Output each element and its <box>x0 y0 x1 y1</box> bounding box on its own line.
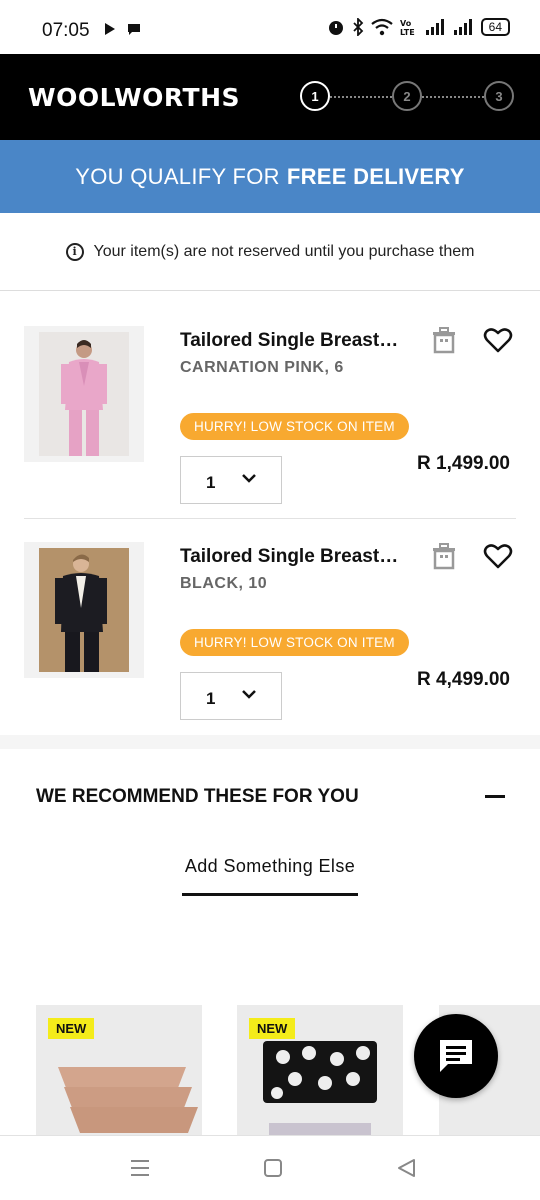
chat-icon <box>440 1040 472 1072</box>
alarm-icon <box>328 21 343 35</box>
recommended-product[interactable]: NEW <box>36 1005 202 1135</box>
recommended-product[interactable]: NEW <box>237 1005 403 1135</box>
play-icon <box>105 23 115 35</box>
quantity-value: 1 <box>206 473 216 492</box>
free-delivery-banner: YOU QUALIFY FOR FREE DELIVERY <box>0 140 540 213</box>
back-icon[interactable] <box>394 1156 418 1180</box>
svg-text:LTE: LTE <box>400 28 415 36</box>
step-connector <box>422 96 484 98</box>
item-price: R 1,499.00 <box>417 453 510 474</box>
banner-emphasis: FREE DELIVERY <box>286 163 465 189</box>
home-icon[interactable] <box>261 1156 285 1180</box>
signal-icon <box>453 19 472 35</box>
wishlist-heart-icon[interactable] <box>483 326 513 354</box>
status-left-icons <box>104 22 142 36</box>
trash-icon[interactable] <box>430 326 458 354</box>
cart-item: Tailored Single Breasted Blazer BLACK, 1… <box>0 542 540 758</box>
item-variant: CARNATION PINK, 6 <box>180 359 344 376</box>
checkout-header: WOOLWORTHS 1 2 3 <box>0 54 540 140</box>
low-stock-badge: HURRY! LOW STOCK ON ITEM <box>180 413 409 440</box>
menu-icon[interactable] <box>128 1156 152 1180</box>
step-2: 2 <box>392 81 422 111</box>
status-right-icons: Vo LTE 64 <box>327 18 510 36</box>
quantity-select[interactable]: 1 <box>180 672 282 720</box>
chat-button[interactable] <box>414 1014 498 1098</box>
quantity-select[interactable]: 1 <box>180 456 282 504</box>
step-1: 1 <box>300 81 330 111</box>
system-nav-bar <box>0 1135 540 1200</box>
reservation-notice: i Your item(s) are not reserved until yo… <box>0 213 540 291</box>
black-blazer-photo <box>39 548 129 672</box>
wishlist-heart-icon[interactable] <box>483 542 513 570</box>
status-time: 07:05 <box>42 20 90 41</box>
item-divider <box>24 518 516 519</box>
collapse-minus-icon[interactable] <box>485 795 505 798</box>
trash-icon[interactable] <box>430 542 458 570</box>
chevron-down-icon <box>242 474 256 483</box>
recommendations-title: WE RECOMMEND THESE FOR YOU <box>36 786 359 807</box>
info-icon: i <box>65 242 84 261</box>
chat-bubble-icon <box>128 24 140 35</box>
bluetooth-icon <box>353 18 363 36</box>
notice-text: Your item(s) are not reserved until you … <box>93 242 475 260</box>
tab-add-something-else[interactable]: Add Something Else <box>182 856 358 877</box>
step-3: 3 <box>484 81 514 111</box>
item-title[interactable]: Tailored Single Breasted Blazer <box>180 330 405 352</box>
item-price: R 4,499.00 <box>417 669 510 690</box>
item-title[interactable]: Tailored Single Breasted Blazer <box>180 546 405 568</box>
low-stock-badge: HURRY! LOW STOCK ON ITEM <box>180 629 409 656</box>
wifi-icon <box>370 18 393 36</box>
product-image[interactable] <box>24 542 144 678</box>
quantity-value: 1 <box>206 689 216 708</box>
status-bar: 07:05 Vo LTE 64 <box>0 0 540 54</box>
new-badge: NEW <box>48 1018 95 1039</box>
signal-icon <box>425 19 444 35</box>
svg-text:Vo: Vo <box>400 19 412 28</box>
tab-active-indicator <box>182 893 358 896</box>
new-badge: NEW <box>249 1018 296 1039</box>
cart-item: Tailored Single Breasted Blazer CARNATIO… <box>0 326 540 542</box>
product-image[interactable] <box>24 326 144 462</box>
checkout-progress: 1 2 3 <box>300 81 514 113</box>
battery-icon: 64 <box>480 18 510 36</box>
pink-blazer-photo <box>39 332 129 456</box>
section-divider <box>0 735 540 749</box>
item-variant: BLACK, 10 <box>180 575 268 592</box>
step-connector <box>330 96 392 98</box>
volte-icon: VoLTE <box>400 19 415 36</box>
banner-text: YOU QUALIFY FOR <box>75 163 280 189</box>
woolworths-logo[interactable]: WOOLWORTHS <box>28 83 240 112</box>
chevron-down-icon <box>242 690 256 699</box>
